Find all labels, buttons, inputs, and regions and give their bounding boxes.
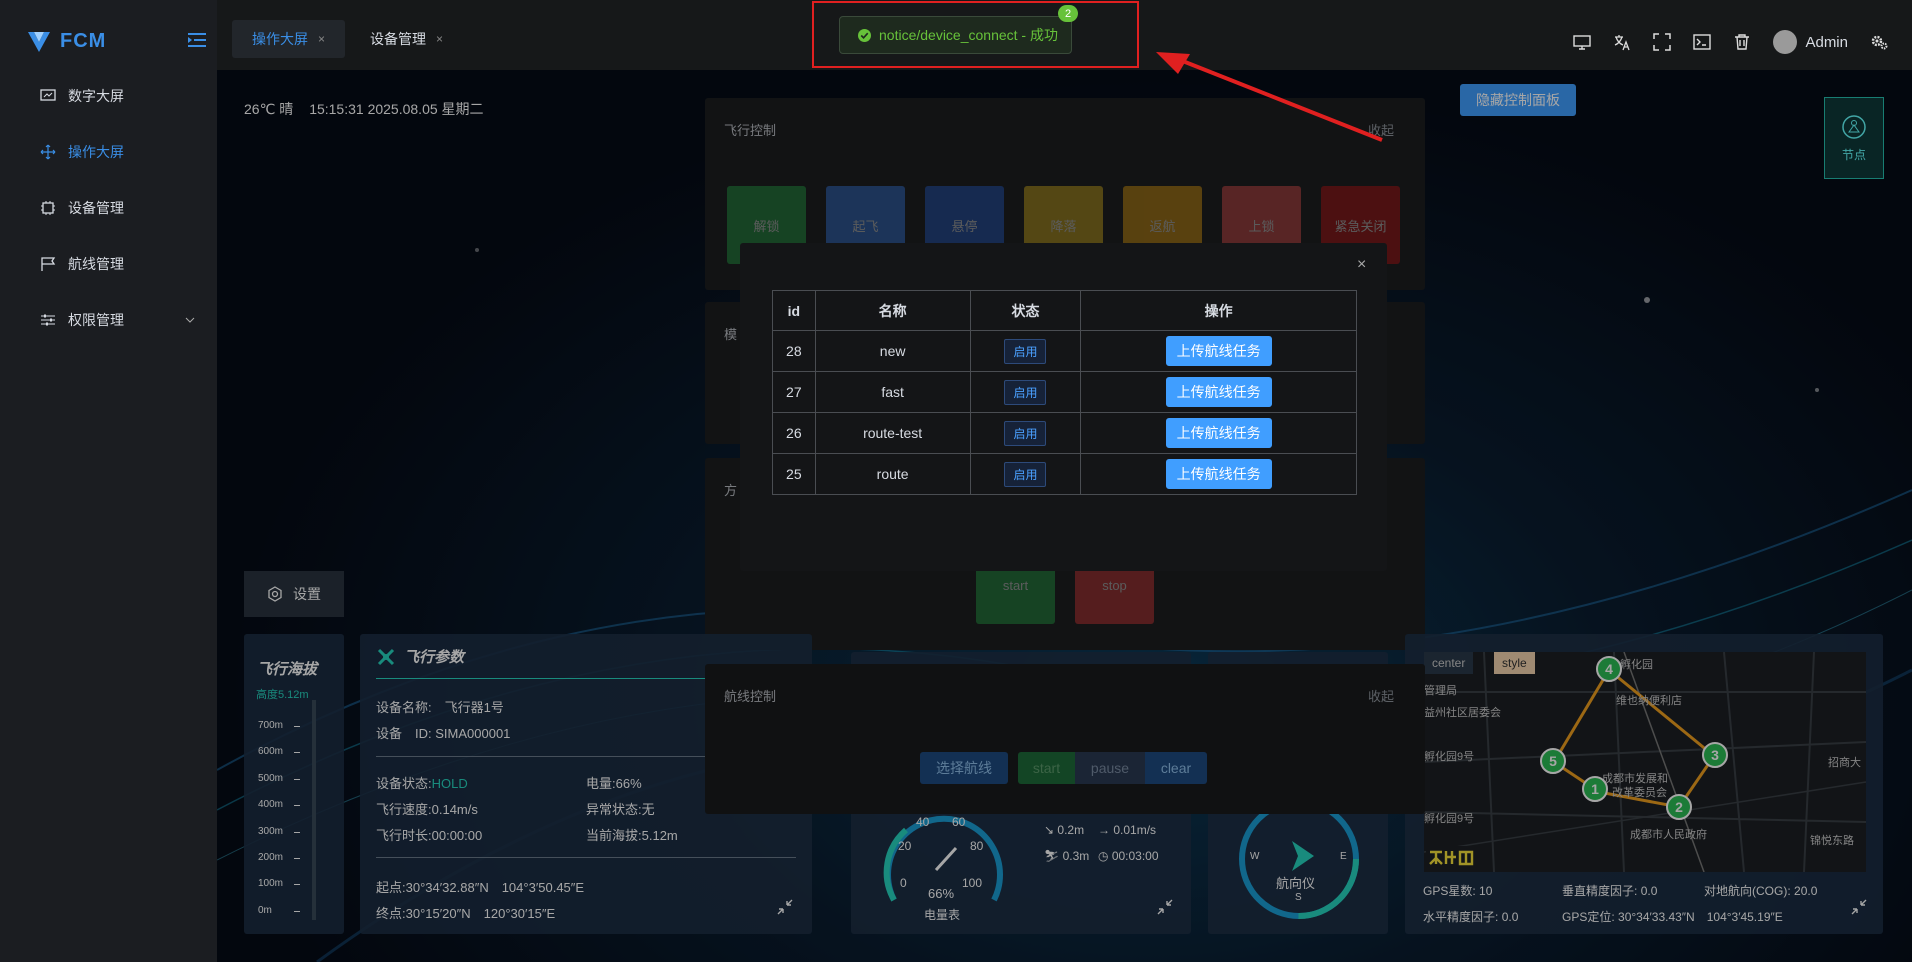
route-id: 27: [772, 371, 816, 413]
status-tag: 启用: [1004, 379, 1047, 405]
status-tag: 启用: [1004, 338, 1047, 364]
annotation-arrow: [1156, 52, 1383, 142]
user-menu[interactable]: Admin: [1773, 30, 1848, 54]
status-cell: 启用: [969, 453, 1082, 495]
status-tag: 启用: [1004, 461, 1047, 487]
sidebar-item-operation-screen[interactable]: 操作大屏: [40, 142, 124, 162]
terminal-icon[interactable]: [1693, 33, 1712, 51]
brand-name: FCM: [60, 29, 107, 52]
tab-operation-screen[interactable]: 操作大屏 ×: [232, 20, 346, 58]
route-table: id 名称 状态 操作 28 new 启用 上传航线任务 27 fast 启用 …: [772, 290, 1357, 495]
route-name: new: [814, 330, 971, 372]
move-icon: [40, 144, 56, 160]
upload-route-button[interactable]: 上传航线任务: [1165, 336, 1272, 366]
action-cell: 上传航线任务: [1080, 330, 1357, 372]
upload-route-button[interactable]: 上传航线任务: [1165, 459, 1272, 489]
flag-icon: [41, 257, 56, 271]
avatar: [1773, 30, 1798, 54]
translate-icon[interactable]: [1613, 33, 1631, 51]
tab-device-management[interactable]: 设备管理 ×: [350, 20, 463, 58]
column-header: id: [772, 290, 816, 331]
table-row: 26 route-test 启用 上传航线任务: [772, 412, 1357, 454]
table-header-row: id 名称 状态 操作: [772, 290, 1357, 331]
route-id: 26: [772, 412, 816, 454]
tab-close-icon[interactable]: ×: [318, 32, 325, 46]
column-header: 操作: [1080, 290, 1357, 331]
sidebar-item-label: 设备管理: [68, 200, 124, 216]
route-id: 25: [772, 453, 816, 495]
brand-logo[interactable]: FCM: [26, 26, 106, 56]
table-row: 27 fast 启用 上传航线任务: [772, 371, 1357, 413]
route-name: route-test: [814, 412, 971, 454]
route-id: 28: [772, 330, 816, 372]
tab-close-icon[interactable]: ×: [436, 32, 443, 46]
status-tag: 启用: [1004, 420, 1047, 446]
upload-route-button[interactable]: 上传航线任务: [1165, 418, 1272, 448]
column-header: 状态: [969, 290, 1082, 331]
chevron-down-icon: [185, 317, 195, 323]
status-cell: 启用: [969, 412, 1082, 454]
action-cell: 上传航线任务: [1080, 412, 1357, 454]
settings-gears-icon[interactable]: [1870, 33, 1888, 51]
logo-icon: [28, 32, 50, 52]
dashboard-icon: [40, 89, 56, 101]
sidebar-item-label: 操作大屏: [68, 144, 124, 160]
menu-collapse-icon[interactable]: [188, 32, 206, 53]
route-name: fast: [814, 371, 971, 413]
chip-icon: [41, 201, 55, 215]
sidebar-item-label: 航线管理: [68, 256, 124, 272]
table-row: 28 new 启用 上传航线任务: [772, 330, 1357, 372]
notification-toast[interactable]: notice/device_connect - 成功: [839, 16, 1072, 54]
notification-text: notice/device_connect - 成功: [879, 27, 1058, 43]
tab-label: 设备管理: [370, 31, 426, 47]
trash-icon[interactable]: [1733, 33, 1751, 51]
fullscreen-icon[interactable]: [1653, 33, 1672, 51]
tab-label: 操作大屏: [252, 31, 308, 47]
sidebar-item-route-management[interactable]: 航线管理: [40, 254, 124, 274]
status-cell: 启用: [969, 371, 1082, 413]
column-header: 名称: [814, 290, 971, 331]
username: Admin: [1805, 33, 1848, 51]
sidebar-item-label: 数字大屏: [68, 88, 124, 104]
check-circle-icon: [858, 28, 871, 42]
sidebar-item-device-management[interactable]: 设备管理: [40, 198, 124, 218]
sidebar-item-label: 权限管理: [68, 312, 124, 328]
route-name: route: [814, 453, 971, 495]
table-row: 25 route 启用 上传航线任务: [772, 453, 1357, 495]
dialog-close-icon[interactable]: ×: [1357, 256, 1366, 274]
sidebar-item-digital-screen[interactable]: 数字大屏: [40, 86, 124, 106]
sliders-icon: [41, 314, 55, 326]
header-toolbar: Admin: [1573, 30, 1888, 54]
upload-route-button[interactable]: 上传航线任务: [1165, 377, 1272, 407]
action-cell: 上传航线任务: [1080, 371, 1357, 413]
status-cell: 启用: [969, 330, 1082, 372]
notification-count-badge: 2: [1058, 5, 1078, 22]
action-cell: 上传航线任务: [1080, 453, 1357, 495]
monitor-icon[interactable]: [1573, 33, 1592, 51]
sidebar-item-permission-management[interactable]: 权限管理: [40, 310, 195, 330]
sidebar: FCM 数字大屏 操作大屏 设备管理 航线管理 权限管理: [0, 0, 217, 962]
